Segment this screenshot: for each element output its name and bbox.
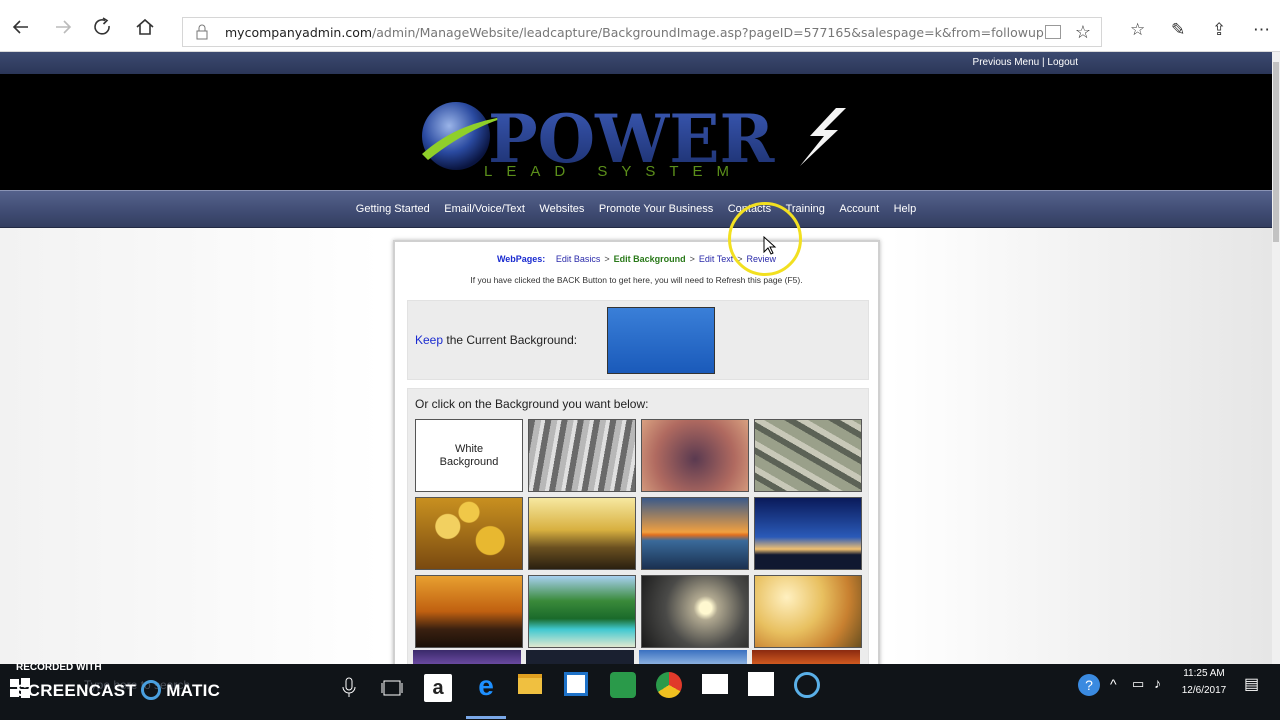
file-explorer-icon[interactable] [518, 674, 542, 694]
store-icon[interactable] [564, 672, 588, 696]
url-text: mycompanyadmin.com/admin/ManageWebsite/l… [225, 25, 1044, 40]
lock-icon [196, 24, 208, 40]
mail-icon[interactable] [702, 674, 728, 694]
background-chooser-panel: WebPages: Edit Basics > Edit Background > Ed… [393, 240, 880, 678]
forward-arrow-icon[interactable] [50, 14, 76, 40]
active-app-indicator [466, 716, 506, 719]
white-label-line2: Background [439, 455, 499, 468]
photos-icon[interactable] [748, 672, 774, 696]
watermark-line3: MATIC [166, 681, 221, 700]
favorite-star-icon[interactable]: ☆ [1075, 22, 1091, 43]
clock-date[interactable]: 12/6/2017 [1176, 685, 1232, 696]
microphone-icon[interactable] [340, 676, 358, 700]
breadcrumb-edit-basics[interactable]: Edit Basics [556, 254, 601, 264]
background-options: Or click on the Background you want belo… [407, 388, 869, 678]
edge-browser-icon[interactable]: e [470, 670, 502, 702]
background-option-purple-sky[interactable] [413, 650, 521, 664]
logo-sub-text: LEAD SYSTEM [484, 163, 743, 180]
nav-account[interactable]: Account [839, 191, 879, 227]
white-label-line1: White [454, 442, 484, 455]
reading-view-icon[interactable] [1045, 25, 1061, 39]
back-arrow-icon[interactable] [8, 14, 34, 40]
task-view-icon[interactable] [380, 676, 404, 700]
page-scrollbar[interactable] [1272, 52, 1280, 664]
background-option-dollar-stack[interactable] [528, 419, 636, 492]
background-option-sky[interactable] [639, 650, 747, 664]
address-bar[interactable]: mycompanyadmin.com/admin/ManageWebsite/l… [182, 17, 1102, 47]
notifications-icon[interactable]: ▤ [1244, 674, 1259, 694]
amazon-icon[interactable]: a [424, 674, 452, 702]
breadcrumb-separator: > [604, 254, 610, 264]
network-icon[interactable]: ▭ [1132, 676, 1144, 692]
breadcrumb-lead: WebPages: [496, 254, 546, 264]
keep-label-rest: the Current Background: [443, 333, 578, 347]
chrome-icon[interactable] [656, 672, 682, 698]
background-option-poppy-field[interactable] [754, 575, 862, 648]
background-option-ocean-sunset[interactable] [641, 497, 749, 570]
background-option-tropical-sunset[interactable] [415, 575, 523, 648]
screencast-watermark: RECORDED WITH SCREENCAST MATIC [16, 662, 220, 700]
nav-websites[interactable]: Websites [539, 191, 584, 227]
site-nav: Getting Started Email/Voice/Text Website… [0, 190, 1272, 228]
background-option-tropical-beach[interactable] [528, 575, 636, 648]
nav-promote-your-business[interactable]: Promote Your Business [599, 191, 713, 227]
url-path: /admin/ManageWebsite/leadcapture/Backgro… [372, 25, 1044, 40]
keep-current-background: Keep the Current Background: [407, 300, 869, 380]
breadcrumb-edit-text[interactable]: Edit Text [699, 254, 733, 264]
watermark-line2: SCREENCAST [16, 681, 137, 700]
current-background-thumbnail[interactable] [607, 307, 715, 374]
power-lead-system-logo: POWER LEAD SYSTEM [422, 100, 846, 180]
tripadvisor-icon[interactable] [610, 672, 636, 698]
background-option-gold-coins[interactable] [415, 497, 523, 570]
keep-label: Keep the Current Background: [415, 333, 577, 347]
lightning-bolt-icon [800, 108, 846, 166]
scrollbar-thumb[interactable] [1273, 62, 1279, 242]
background-option-fire[interactable] [752, 650, 860, 664]
background-option-white[interactable]: White Background [415, 419, 523, 492]
choose-background-label: Or click on the Background you want belo… [415, 397, 649, 411]
mouse-pointer-icon [763, 236, 777, 255]
logo-band: POWER LEAD SYSTEM [0, 74, 1272, 190]
url-domain: mycompanyadmin.com [225, 25, 373, 40]
breadcrumb: WebPages: Edit Basics > Edit Background > Ed… [395, 254, 878, 264]
background-option-blue-sunrise[interactable] [754, 497, 862, 570]
home-icon[interactable] [132, 14, 158, 40]
help-tray-icon[interactable]: ? [1078, 674, 1100, 696]
watermark-line1: RECORDED WITH [16, 662, 102, 673]
background-option-dusk-water[interactable] [641, 419, 749, 492]
site-topbar: Previous Menu | Logout [0, 52, 1272, 74]
pen-notes-icon[interactable]: ✎ [1171, 20, 1185, 40]
share-icon[interactable]: ⇪ [1212, 20, 1226, 40]
nav-getting-started[interactable]: Getting Started [356, 191, 430, 227]
topbar-links[interactable]: Previous Menu | Logout [973, 57, 1078, 68]
more-menu-icon[interactable]: ⋯ [1253, 20, 1270, 40]
refresh-icon[interactable] [90, 14, 116, 40]
background-option-money-bills[interactable] [754, 419, 862, 492]
screencast-o-icon [141, 680, 162, 700]
background-option-coast-sunburst[interactable] [641, 575, 749, 648]
breadcrumb-separator: > [689, 254, 695, 264]
background-option-savanna-sunset[interactable] [528, 497, 636, 570]
browser-toolbar: mycompanyadmin.com/admin/ManageWebsite/l… [0, 0, 1280, 52]
nav-email-voice-text[interactable]: Email/Voice/Text [444, 191, 525, 227]
chevron-up-icon[interactable]: ^ [1110, 676, 1117, 692]
clock-time[interactable]: 11:25 AM [1176, 668, 1232, 679]
breadcrumb-edit-background: Edit Background [613, 254, 686, 264]
volume-icon[interactable]: ♪ [1154, 675, 1161, 691]
keep-link[interactable]: Keep [415, 333, 443, 347]
background-option-night[interactable] [526, 650, 634, 664]
watermark-brand: SCREENCAST MATIC [16, 680, 220, 701]
back-button-note: If you have clicked the BACK Button to g… [470, 275, 803, 285]
nav-help[interactable]: Help [894, 191, 917, 227]
white-background-label: White Background [440, 443, 499, 469]
favorites-hub-icon[interactable]: ☆ [1130, 20, 1145, 40]
screencast-app-icon[interactable] [794, 672, 820, 698]
